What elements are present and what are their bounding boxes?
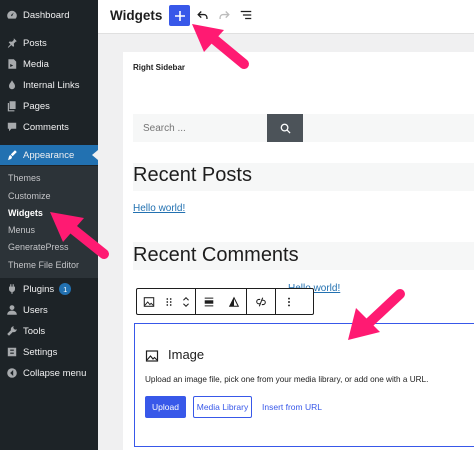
paintbrush-icon: [6, 149, 18, 161]
menu-item-pages[interactable]: Pages: [0, 96, 98, 116]
move-up-down-button[interactable]: [177, 289, 195, 314]
widget-area-title[interactable]: Right Sidebar: [133, 63, 185, 72]
menu-item-tools[interactable]: Tools: [0, 321, 98, 341]
chevron-up-down-icon: [183, 296, 189, 307]
menu-label-media: Media: [23, 58, 49, 70]
menu-item-settings[interactable]: Settings: [0, 342, 98, 362]
insert-from-url-button[interactable]: Insert from URL: [262, 396, 322, 418]
duotone-button[interactable]: [222, 289, 246, 314]
submenu-menus[interactable]: Menus: [8, 225, 35, 235]
block-toolbar: [136, 288, 314, 315]
search-button[interactable]: [267, 114, 303, 142]
annotation-arrow-widgets: [50, 212, 109, 259]
menu-label-dashboard: Dashboard: [23, 9, 70, 21]
menu-label-plugins: Plugins: [23, 283, 55, 295]
more-vertical-icon: [288, 297, 290, 306]
annotation-arrow-add-block: [192, 24, 249, 69]
menu-label-users: Users: [23, 304, 48, 316]
users-icon: [6, 304, 18, 316]
link-icon: [6, 79, 18, 91]
menu-label-comments: Comments: [23, 121, 69, 133]
pages-icon: [6, 100, 18, 112]
comment-icon: [6, 121, 18, 133]
media-icon: [6, 58, 18, 70]
plugins-icon: [6, 283, 18, 295]
menu-label-pages: Pages: [23, 100, 50, 112]
menu-item-media[interactable]: Media: [0, 54, 98, 74]
image-block-icon: [143, 296, 155, 307]
search-input[interactable]: [133, 114, 267, 142]
link-icon: [256, 297, 266, 306]
recent-post-link[interactable]: Hello world!: [133, 203, 185, 214]
search-icon: [280, 123, 291, 134]
image-block-instructions: Upload an image file, pick one from your…: [145, 375, 429, 384]
block-type-button[interactable]: [137, 289, 161, 314]
wrench-icon: [6, 325, 18, 337]
drag-handle[interactable]: [161, 289, 177, 314]
menu-item-users[interactable]: Users: [0, 300, 98, 320]
collapse-icon: [6, 367, 18, 379]
submenu-themes[interactable]: Themes: [8, 173, 41, 183]
more-options-button[interactable]: [276, 289, 302, 314]
menu-item-collapse[interactable]: Collapse menu: [0, 363, 98, 383]
duotone-icon: [228, 296, 240, 307]
menu-item-dashboard[interactable]: Dashboard: [0, 5, 98, 25]
pushpin-icon: [6, 37, 18, 49]
menu-item-posts[interactable]: Posts: [0, 33, 98, 53]
menu-label-tools: Tools: [23, 325, 46, 337]
add-block-button[interactable]: [169, 5, 190, 26]
align-button[interactable]: [196, 289, 222, 314]
annotation-arrow-image-block: [348, 289, 405, 340]
search-widget: [133, 114, 474, 142]
media-library-button[interactable]: Media Library: [193, 396, 252, 418]
page-title: Widgets: [110, 8, 163, 23]
dashboard-icon: [6, 9, 18, 21]
menu-item-plugins[interactable]: Plugins 1: [0, 279, 98, 299]
menu-item-comments[interactable]: Comments: [0, 117, 98, 137]
image-block-title: Image: [168, 347, 205, 362]
editor-header: Widgets: [98, 0, 474, 34]
submenu-widgets[interactable]: Widgets: [8, 208, 43, 218]
menu-label-collapse: Collapse menu: [23, 367, 87, 379]
insert-link-button[interactable]: [247, 289, 275, 314]
drag-handle-icon: [166, 297, 172, 306]
image-icon: [145, 350, 159, 362]
plus-icon: [174, 10, 185, 21]
menu-item-appearance[interactable]: Appearance: [0, 145, 98, 165]
settings-icon: [6, 346, 18, 358]
menu-item-internal-links[interactable]: Internal Links: [0, 75, 98, 95]
submenu-customize[interactable]: Customize: [8, 191, 51, 201]
menu-label-internal-links: Internal Links: [23, 79, 80, 91]
recent-comments-heading: Recent Comments: [133, 244, 299, 266]
menu-label-settings: Settings: [23, 346, 58, 358]
image-block-placeholder[interactable]: Image Upload an image file, pick one fro…: [134, 323, 474, 447]
plugins-update-badge: 1: [59, 283, 72, 295]
upload-button[interactable]: Upload: [145, 396, 186, 418]
menu-label-appearance: Appearance: [23, 149, 75, 161]
menu-label-posts: Posts: [23, 37, 47, 49]
align-icon: [204, 297, 214, 306]
recent-posts-heading: Recent Posts: [133, 164, 252, 186]
